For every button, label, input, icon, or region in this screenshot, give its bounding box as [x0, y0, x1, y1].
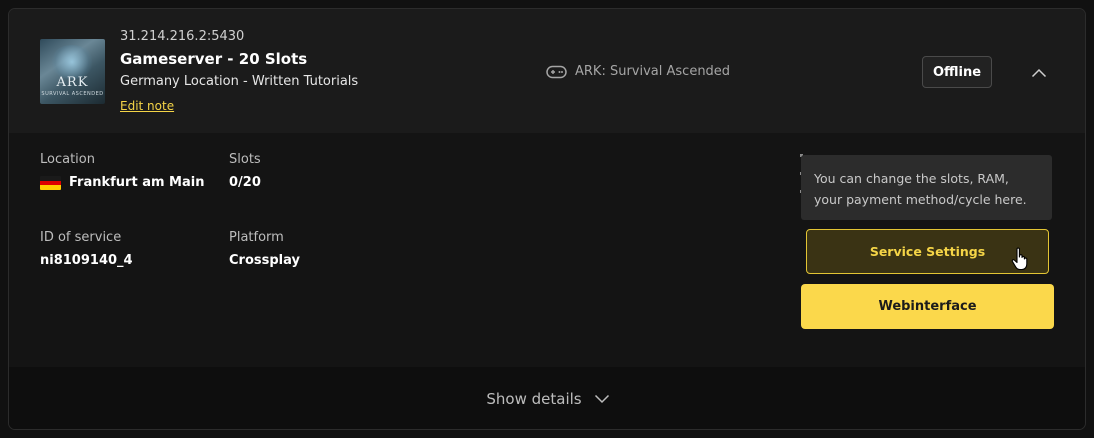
- webinterface-button[interactable]: Webinterface: [801, 284, 1054, 329]
- game-thumbnail: ARK SURVIVAL ASCENDED: [40, 39, 105, 104]
- platform-label: Platform: [229, 230, 284, 245]
- platform-value: Crossplay: [229, 253, 300, 268]
- service-settings-tooltip: You can change the slots, RAM, your paym…: [801, 155, 1052, 220]
- slots-label: Slots: [229, 152, 261, 167]
- game-name: ARK: Survival Ascended: [575, 64, 731, 79]
- show-details-toggle[interactable]: Show details: [9, 367, 1085, 429]
- collapse-button[interactable]: [1026, 61, 1052, 83]
- game-info: ARK: Survival Ascended: [546, 64, 730, 79]
- edit-note-link[interactable]: Edit note: [120, 99, 174, 113]
- gamepad-icon: [546, 65, 567, 79]
- show-details-label: Show details: [486, 390, 582, 408]
- server-description: Germany Location - Written Tutorials: [120, 74, 359, 89]
- chevron-up-icon: [1031, 63, 1047, 82]
- hand-cursor-icon: [1011, 247, 1031, 275]
- server-card-header: ARK SURVIVAL ASCENDED 31.214.216.2:5430 …: [9, 9, 1085, 133]
- slots-value: 0/20: [229, 175, 261, 190]
- location-label: Location: [40, 152, 95, 167]
- thumbnail-logo-subtext: SURVIVAL ASCENDED: [41, 91, 104, 97]
- germany-flag-icon: [40, 176, 61, 190]
- service-id-label: ID of service: [40, 230, 122, 245]
- server-card: ARK SURVIVAL ASCENDED 31.214.216.2:5430 …: [8, 8, 1086, 430]
- server-ip: 31.214.216.2:5430: [120, 29, 245, 44]
- status-badge: Offline: [922, 56, 992, 88]
- thumbnail-logo-text: ARK: [56, 75, 89, 90]
- thumbnail-glow: [50, 45, 94, 79]
- server-name: Gameserver - 20 Slots: [120, 50, 308, 68]
- location-value: Frankfurt am Main: [69, 175, 205, 190]
- service-id-value: ni8109140_4: [40, 253, 133, 268]
- chevron-down-icon: [594, 390, 610, 408]
